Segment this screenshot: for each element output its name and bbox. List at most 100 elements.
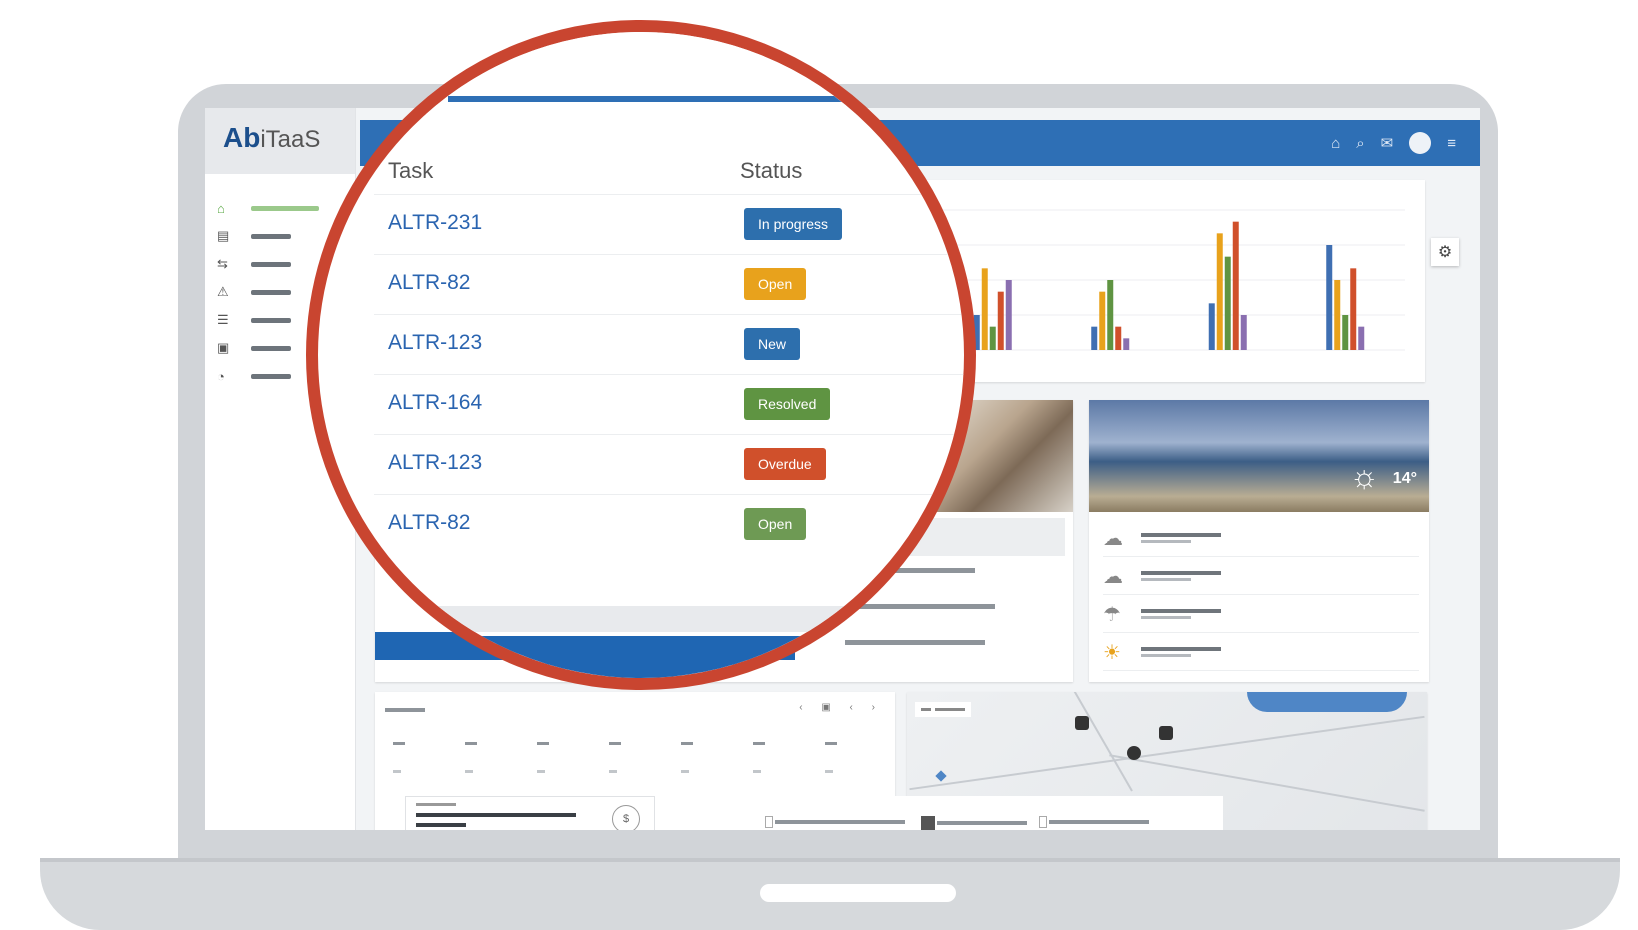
calendar-date[interactable] [753,768,825,775]
search-icon[interactable]: ⌕ [1356,135,1364,152]
task-link[interactable]: ALTR-123 [388,331,482,355]
chart-bar[interactable] [1334,280,1341,350]
dollar-icon[interactable]: $ [612,805,640,830]
chart-bar[interactable] [1216,233,1223,350]
task-link[interactable]: ALTR-82 [388,271,470,295]
chart-bar[interactable] [989,326,996,350]
calendar-date[interactable] [465,768,537,775]
map-pin-icon[interactable] [1127,746,1141,760]
column-header-status: Status [740,158,803,183]
weekday-label [465,738,537,747]
chart-bar[interactable] [1240,315,1247,350]
map-water [1247,692,1407,712]
weather-photo: ☼ 14° [1089,400,1429,512]
map-type-control[interactable] [915,702,972,717]
chart-bar[interactable] [1115,326,1122,350]
status-badge: Overdue [744,448,826,480]
task-link[interactable]: ALTR-82 [388,511,470,535]
calendar-date[interactable] [825,768,897,775]
chart-bar[interactable] [981,268,988,350]
map-pin-icon[interactable] [1075,716,1089,730]
status-badge: In progress [744,208,843,240]
task-link[interactable]: ALTR-123 [388,451,482,475]
avatar[interactable] [1409,132,1432,154]
sidebar-item-label [251,373,291,379]
chart-bar[interactable] [1224,256,1231,350]
weekday-label [537,738,609,747]
calendar-date[interactable] [609,768,681,775]
sidebar-item[interactable]: ⇆ [217,250,319,278]
chart-bar[interactable] [1342,315,1349,350]
weather-icon: ☀ [1103,641,1121,664]
chart-bar[interactable] [1107,280,1114,350]
ticker-card: $ [405,796,655,830]
chart-bar[interactable] [997,291,1004,350]
task-link[interactable]: ALTR-231 [388,211,482,235]
calendar-date[interactable] [393,768,465,775]
weekday-label [681,738,753,747]
sidebar-item[interactable]: ▤ [217,222,319,250]
calendar-weekdays [393,738,897,747]
weather-icon: ☁ [1103,527,1123,550]
forecast-row: ☀ [1103,634,1419,671]
notifications-icon[interactable]: ✉ [1381,134,1394,152]
chart-bar[interactable] [1123,338,1130,350]
weather-icon: ☂ [1103,603,1121,626]
forecast-row: ☁ [1103,558,1419,595]
table-row: ALTR-123 New [374,314,964,375]
chart-legend-strip [675,796,1223,830]
app-logo[interactable]: AbiTaaS [223,122,320,154]
sidebar-item[interactable]: ⌂ [217,194,319,222]
menu-icon[interactable]: ≡ [1447,135,1456,152]
chart-bar[interactable] [1232,221,1239,350]
lens-topbar [448,96,964,102]
sidebar-item-icon: ◔ [217,368,225,384]
map-marker-icon[interactable] [935,770,947,782]
sidebar-item[interactable]: ◔ [217,362,319,390]
chart-bar[interactable] [1350,268,1357,350]
chart-bar[interactable] [1326,245,1333,350]
sidebar-item[interactable]: ⚠ [217,278,319,306]
lens-footer-strip [374,606,964,632]
sidebar-item-label [251,233,291,239]
logo-mark: Ab [223,122,261,153]
weekday-label [753,738,825,747]
laptop-notch [760,884,956,902]
chart-bar[interactable] [1208,303,1215,350]
column-header-task: Task [388,158,434,183]
chart-bar[interactable] [1358,326,1365,350]
chart-bar[interactable] [1005,280,1012,350]
calendar-date[interactable] [537,768,609,775]
sidebar-item-label [251,261,291,267]
forecast-row: ☁ [1103,520,1419,557]
ticker-label [416,803,456,806]
settings-gear-icon[interactable]: ⚙ [1431,238,1459,266]
forecast-text [1141,609,1221,619]
weather-icon: ☁ [1103,565,1123,588]
sidebar-nav: ⌂ ▤ ⇆ ⚠ ☰ ▣ ◔ [217,194,319,390]
bell-icon[interactable]: ⌂ [1331,135,1340,152]
sidebar-item[interactable]: ▣ [217,334,319,362]
sidebar-item-icon: ⇆ [217,256,228,271]
logo-text: iTaaS [260,126,321,153]
forecast-text [1141,571,1221,581]
task-link[interactable]: ALTR-164 [388,391,482,415]
calendar-controls[interactable]: ‹ ▣ ‹ › [799,702,883,713]
weekday-label [825,738,897,747]
sidebar-item-label [251,345,291,351]
chart-bar[interactable] [1091,326,1098,350]
sidebar-item-icon: ☰ [217,312,229,327]
sidebar-item-label [251,289,291,295]
sidebar-item-icon: ⌂ [217,200,225,216]
map-pin-icon[interactable] [1159,726,1173,740]
table-row: ALTR-123 Overdue [374,434,964,495]
weekday-label [393,738,465,747]
chart-bar[interactable] [1099,291,1106,350]
forecast-text [1141,647,1221,657]
calendar-date[interactable] [681,768,753,775]
sidebar-item[interactable]: ☰ [217,306,319,334]
table-row: ALTR-231 In progress [374,194,964,255]
map-road [1041,692,1133,792]
sidebar-item-icon: ▤ [217,228,230,243]
legend-item [1039,816,1150,828]
